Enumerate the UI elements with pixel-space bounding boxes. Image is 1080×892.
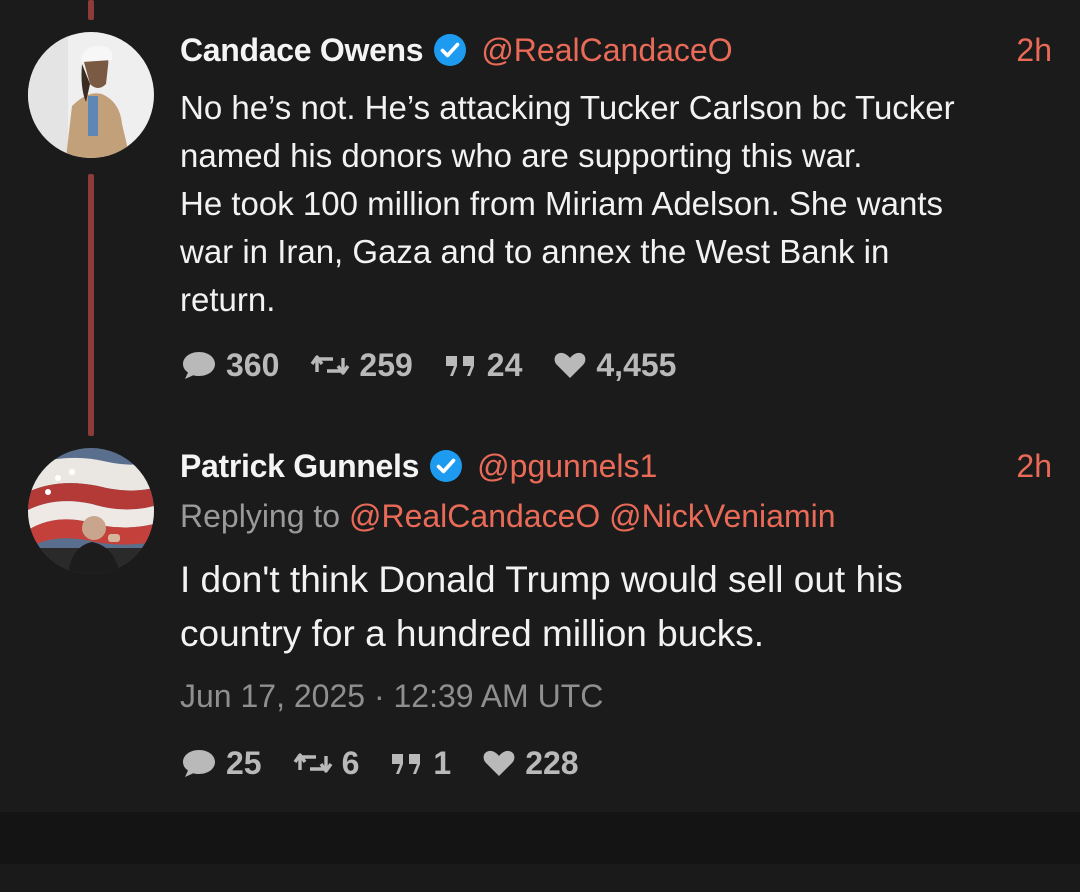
tweet-text-line: country for a hundred million bucks. [180,613,765,654]
tweet-text-line: No he’s not. He’s attacking Tucker Carls… [180,89,955,126]
tweet-header: Patrick Gunnels @pgunnels1 2h [180,444,1052,488]
author-name[interactable]: Candace Owens [180,32,424,69]
verified-badge-icon [434,34,467,66]
tweet-patrick[interactable]: Patrick Gunnels @pgunnels1 2h Replying t… [0,420,1080,812]
avatar[interactable] [28,448,154,574]
tweet-text-line: named his donors who are supporting this… [180,137,863,174]
retweet-icon [311,355,350,375]
like-count: 228 [525,744,579,781]
tweet-text: I don't think Donald Trump would sell ou… [180,553,1050,661]
retweet-button[interactable]: 259 [309,346,413,384]
tweet-text-line: return. [180,281,276,318]
author-name[interactable]: Patrick Gunnels [180,448,419,485]
avatar-image [28,32,154,158]
quote-count: 1 [433,744,452,781]
retweet-icon [293,753,332,773]
author-handle[interactable]: @pgunnels1 [477,448,657,485]
bottom-separator [0,812,1080,864]
like-button[interactable]: 228 [481,744,579,782]
heart-icon [554,352,586,378]
replying-to: Replying to @RealCandaceO @NickVeniamin [180,498,836,535]
bottom-bar [0,864,1080,892]
tweet-text: No he’s not. He’s attacking Tucker Carls… [180,84,1050,324]
retweet-button[interactable]: 6 [292,744,360,782]
quote-icon [392,754,421,774]
heart-icon [483,750,515,776]
avatar-image [28,448,154,574]
tweet-text-line: He took 100 million from Miriam Adelson.… [180,185,943,222]
tweet-stats: 25 6 1 228 [180,743,609,783]
quote-icon [445,356,474,376]
reply-button[interactable]: 360 [180,347,279,384]
tweet-text-line: I don't think Donald Trump would sell ou… [180,559,903,600]
reply-count: 360 [226,346,280,383]
tweet-stats: 360 259 24 4,455 [180,345,706,385]
tweet-text-line: war in Iran, Gaza and to annex the West … [180,233,890,270]
verified-badge-icon [430,450,463,482]
like-count: 4,455 [596,346,677,383]
retweet-count: 259 [359,346,413,383]
tweet-candace[interactable]: Candace Owens @RealCandaceO 2h No he’s n… [0,0,1080,420]
replying-to-label: Replying to [180,498,341,534]
tweet-timestamp[interactable]: Jun 17, 2025 · 12:39 AM UTC [180,678,603,715]
quote-button[interactable]: 24 [443,346,523,384]
mention-link[interactable]: @RealCandaceO [349,498,600,534]
speech-bubble-icon [183,750,215,777]
tweet-time[interactable]: 2h [1016,448,1052,485]
tweet-header: Candace Owens @RealCandaceO 2h [180,28,1052,72]
like-button[interactable]: 4,455 [552,347,676,384]
reply-count: 25 [226,744,262,781]
author-handle[interactable]: @RealCandaceO [481,32,732,69]
tweet-time[interactable]: 2h [1016,32,1052,69]
speech-bubble-icon [183,352,215,379]
reply-button[interactable]: 25 [180,745,262,782]
quote-button[interactable]: 1 [389,745,451,782]
quote-count: 24 [486,346,523,383]
retweet-count: 6 [341,744,360,781]
mention-link[interactable]: @NickVeniamin [609,498,835,534]
avatar[interactable] [28,32,154,158]
